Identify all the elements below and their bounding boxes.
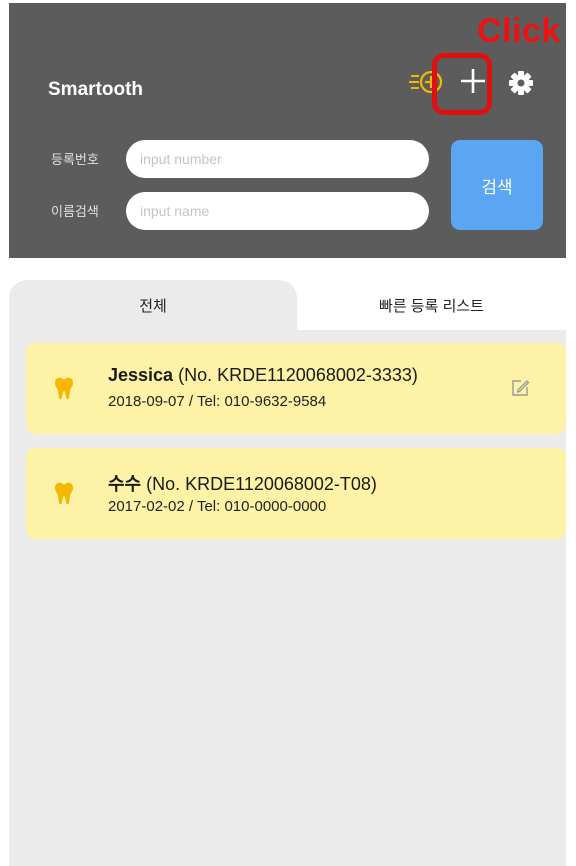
click-annotation-label: Click [477, 12, 561, 50]
number-label: 등록번호 [51, 152, 99, 167]
patient-name: 수수 [108, 474, 142, 494]
search-button[interactable]: 검색 [451, 140, 543, 230]
name-label: 이름검색 [51, 204, 99, 219]
tab-quick-register-list[interactable]: 빠른 등록 리스트 [297, 280, 566, 330]
name-input[interactable] [126, 192, 429, 230]
click-highlight-box [432, 53, 492, 115]
tooth-icon [55, 482, 73, 505]
patient-details: 2017-02-02 / Tel: 010-0000-0000 [108, 498, 327, 515]
patient-list: Jessica (No. KRDE1120068002-3333) 2018-0… [9, 330, 566, 866]
patient-number: (No. KRDE1120068002-T08) [141, 474, 377, 494]
tab-all[interactable]: 전체 [9, 280, 297, 330]
patient-details: 2018-09-07 / Tel: 010-9632-9584 [108, 393, 327, 410]
number-input[interactable] [126, 140, 429, 178]
patient-title: 수수 (No. KRDE1120068002-T08) [108, 470, 377, 496]
app-title: Smartooth [48, 79, 143, 100]
patient-name: Jessica [108, 365, 174, 385]
patient-number: (No. KRDE1120068002-3333) [173, 365, 418, 385]
tooth-icon [55, 377, 73, 400]
patient-card[interactable]: Jessica (No. KRDE1120068002-3333) 2018-0… [26, 343, 566, 434]
edit-icon[interactable] [510, 378, 530, 398]
patient-title: Jessica (No. KRDE1120068002-3333) [108, 365, 418, 386]
patient-card[interactable]: 수수 (No. KRDE1120068002-T08) 2017-02-02 /… [26, 448, 566, 539]
settings-icon[interactable] [507, 69, 535, 97]
